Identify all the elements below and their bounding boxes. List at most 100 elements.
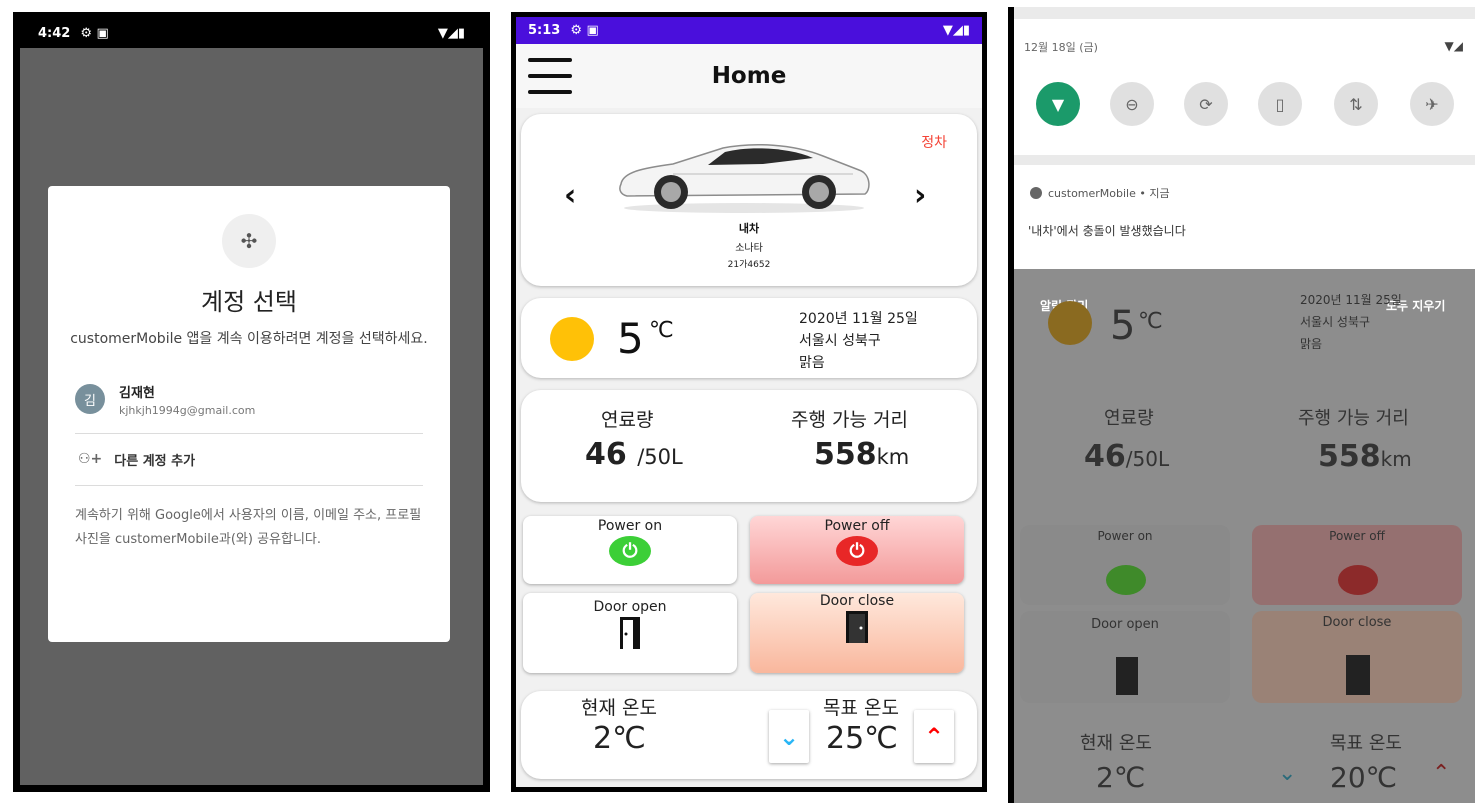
disclaimer-text: 계속하기 위해 Google에서 사용자의 이름, 이메일 주소, 프로필 사진… [75, 507, 422, 547]
weather-location: 서울시 성북구 [799, 333, 881, 349]
status-right-icons: ▼◢▮ [437, 26, 465, 41]
temp-down-button[interactable]: ⌄ [769, 710, 809, 763]
menu-icon[interactable] [528, 58, 572, 94]
power-off-icon: ⏻ [836, 536, 878, 566]
power-off-label: Power off [824, 518, 890, 534]
car-card: ‹ › 정차 내차 소나타 21가4652 [521, 114, 977, 286]
current-temp-label: 현재 온도 [581, 697, 657, 719]
add-account-label: 다른 계정 추가 [114, 453, 196, 469]
dimmed-home-screen: 알림 관리 모두 지우기 5 ℃ 2020년 11월 25일 서울시 성북구 맑… [1014, 269, 1475, 803]
sun-icon [1048, 301, 1092, 345]
door-close-button[interactable]: Door close [1252, 611, 1462, 703]
door-closed-icon [846, 611, 868, 643]
temperature-value: 5 [1110, 303, 1136, 349]
power-off-label: Power off [1329, 529, 1385, 543]
temp-down-icon[interactable]: ⌄ [1278, 761, 1296, 786]
door-close-label: Door close [1322, 615, 1392, 630]
car-model: 소나타 [735, 243, 763, 254]
car-name: 내차 [738, 222, 760, 235]
status-time: 4:42 [38, 26, 71, 41]
temp-up-button[interactable]: ⌃ [914, 710, 954, 763]
phone-home: 5:13 ⚙ ▣ ▼◢▮ Home ‹ › 정차 내차 소나타 21가4652 [511, 12, 987, 792]
power-off-button[interactable]: Power off ⏻ [750, 516, 964, 584]
weather-condition: 맑음 [1300, 337, 1323, 351]
target-temp-label: 목표 온도 [823, 697, 899, 719]
power-on-label: Power on [597, 518, 663, 534]
phone-notification-shade: 12월 18일 (금) ▼◢ ▼ ⊖ ⟳ ▯ ⇅ ✈ customerMobil… [1008, 7, 1475, 803]
car-image [619, 143, 870, 213]
mobile-data-toggle-icon[interactable]: ⇅ [1334, 82, 1378, 126]
fuel-card: 연료량 주행 가능 거리 46 /50L 558km [521, 390, 977, 502]
wifi-toggle-icon[interactable]: ▼ [1036, 82, 1080, 126]
account-item[interactable]: 김 김재현 kjhkjh1994g@gmail.com [75, 382, 423, 417]
signal-icon: ▼◢ [1444, 39, 1463, 53]
range-number: 558 [1318, 439, 1381, 474]
weather-location: 서울시 성북구 [1300, 315, 1371, 329]
status-time: 5:13 [528, 23, 561, 38]
weather-card: 5 ℃ 2020년 11월 25일 서울시 성북구 맑음 [521, 298, 977, 378]
power-off-icon [1338, 565, 1378, 595]
target-temp-value: 20℃ [1330, 761, 1398, 794]
fuel-value: 46 /50L [585, 437, 683, 472]
door-close-button[interactable]: Door close [750, 593, 964, 673]
weather-condition: 맑음 [799, 355, 825, 371]
fuel-value: 46/50L [1084, 439, 1169, 474]
notification-card[interactable]: customerMobile • 지금 '내차'에서 충돌이 발생했습니다 [1014, 165, 1475, 269]
weather-date: 2020년 11월 25일 [1300, 293, 1402, 307]
door-open-button[interactable]: Door open [1020, 611, 1230, 703]
target-temp-label: 목표 온도 [1330, 733, 1402, 754]
status-bar: 4:42 ⚙ ▣ ▼◢▮ [20, 19, 483, 48]
weather-date: 2020년 11월 25일 [799, 311, 918, 327]
temp-up-icon[interactable]: ⌃ [1432, 761, 1450, 786]
page-title: Home [711, 63, 787, 89]
next-car-button[interactable]: › [914, 178, 926, 213]
auto-rotate-toggle-icon[interactable]: ⟳ [1184, 82, 1228, 126]
fuel-label: 연료량 [601, 409, 654, 431]
range-value: 558km [1318, 439, 1412, 474]
range-label: 주행 가능 거리 [1298, 408, 1409, 429]
fuel-number: 46 [585, 437, 627, 472]
climate-card: 현재 온도 2℃ ⌄ 목표 온도 25℃ ⌃ [521, 691, 977, 779]
fuel-label: 연료량 [1104, 408, 1154, 429]
account-chooser-dialog: ✣ 계정 선택 customerMobile 앱을 계속 이용하려면 계정을 선… [48, 186, 450, 642]
door-close-label: Door close [819, 593, 895, 609]
status-bar: 5:13 ⚙ ▣ ▼◢▮ [516, 17, 982, 44]
door-open-button[interactable]: Door open [523, 593, 737, 673]
shade-date: 12월 18일 (금) [1024, 41, 1098, 54]
battery-saver-toggle-icon[interactable]: ▯ [1258, 82, 1302, 126]
door-open-label: Door open [593, 599, 667, 615]
divider [75, 484, 423, 486]
screen: 12월 18일 (금) ▼◢ ▼ ⊖ ⟳ ▯ ⇅ ✈ customerMobil… [1014, 7, 1475, 803]
airplane-mode-toggle-icon[interactable]: ✈ [1410, 82, 1454, 126]
power-on-button[interactable]: Power on [1020, 525, 1230, 605]
notification-app-name: customerMobile • 지금 [1048, 187, 1170, 200]
temperature-value: 5 [617, 314, 644, 363]
account-name: 김재현 [119, 385, 155, 401]
notification-message: '내차'에서 충돌이 발생했습니다 [1028, 224, 1186, 238]
add-account-button[interactable]: ⚇+ 다른 계정 추가 [78, 434, 420, 485]
status-left-icons: ⚙ ▣ [570, 23, 599, 38]
target-temp-value: 25℃ [826, 721, 898, 756]
status-left-icons: ⚙ ▣ [80, 26, 109, 41]
car-plate: 21가4652 [727, 260, 771, 270]
sun-icon [550, 317, 594, 361]
door-closed-icon [1346, 655, 1370, 695]
previous-car-button[interactable]: ‹ [564, 178, 576, 213]
avatar: 김 [75, 384, 105, 414]
range-value: 558km [814, 437, 909, 472]
do-not-disturb-toggle-icon[interactable]: ⊖ [1110, 82, 1154, 126]
screen: 4:42 ⚙ ▣ ▼◢▮ ✣ 계정 선택 customerMobile 앱을 계… [20, 19, 483, 785]
account-email: kjhkjh1994g@gmail.com [119, 403, 256, 417]
power-on-button[interactable]: Power on ⏻ [523, 516, 737, 584]
current-temp-label: 현재 온도 [1080, 733, 1152, 754]
dialog-subtitle: customerMobile 앱을 계속 이용하려면 계정을 선택하세요. [70, 331, 428, 347]
power-off-button[interactable]: Power off [1252, 525, 1462, 605]
status-right-icons: ▼◢▮ [942, 23, 970, 38]
app-logo-icon: ✣ [222, 214, 276, 268]
notification-header: customerMobile • 지금 [1030, 185, 1170, 201]
range-number: 558 [814, 437, 877, 472]
temperature-unit: ℃ [649, 318, 674, 343]
screen: 5:13 ⚙ ▣ ▼◢▮ Home ‹ › 정차 내차 소나타 21가4652 [516, 17, 982, 787]
quick-settings: 12월 18일 (금) ▼◢ ▼ ⊖ ⟳ ▯ ⇅ ✈ [1014, 19, 1475, 155]
power-on-icon [1106, 565, 1146, 595]
